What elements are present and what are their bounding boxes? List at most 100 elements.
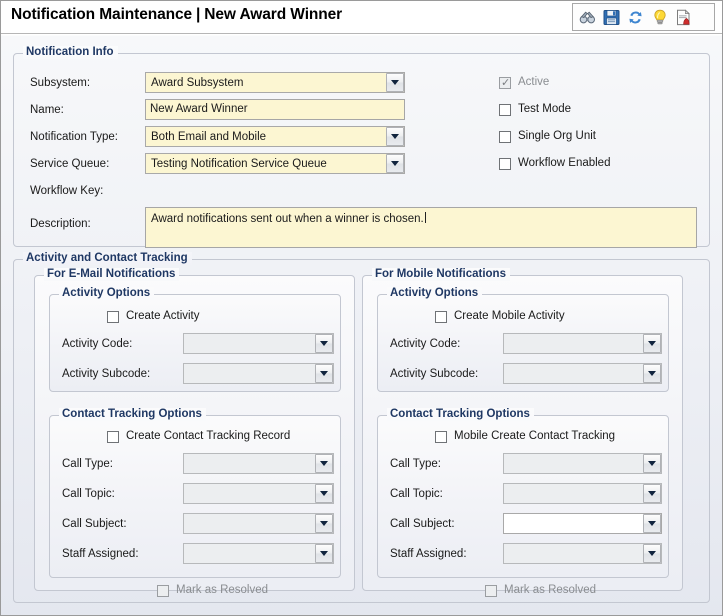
email-staff-assigned-select[interactable] bbox=[183, 543, 334, 564]
text-caret bbox=[424, 212, 426, 223]
service-queue-select-value: Testing Notification Service Queue bbox=[145, 153, 405, 174]
description-textarea[interactable]: Award notifications sent out when a winn… bbox=[145, 207, 697, 248]
create-mobile-activity-checkbox-label: Create Mobile Activity bbox=[454, 310, 565, 322]
mobile-activity-options-group: Activity Options Create Mobile Activity … bbox=[377, 287, 669, 392]
notification-maintenance-window: Notification Maintenance | New Award Winne… bbox=[0, 0, 723, 616]
mobile-mark-as-resolved-checkbox bbox=[485, 584, 497, 597]
email-activity-code-label: Activity Code: bbox=[62, 338, 133, 350]
workflow-key-label: Workflow Key: bbox=[30, 185, 104, 197]
email-call-type-value bbox=[183, 453, 334, 474]
binoculars-icon[interactable] bbox=[578, 8, 597, 27]
mobile-call-subject-chevron-down-icon[interactable] bbox=[643, 514, 661, 533]
test-mode-checkbox-label: Test Mode bbox=[518, 103, 572, 115]
email-staff-assigned-value bbox=[183, 543, 334, 564]
test-mode-checkbox-row[interactable]: Test Mode bbox=[499, 103, 571, 116]
subsystem-chevron-down-icon[interactable] bbox=[386, 73, 404, 92]
single-org-unit-checkbox[interactable] bbox=[499, 130, 511, 143]
mobile-activity-subcode-select[interactable] bbox=[503, 363, 662, 384]
mobile-create-contact-tracking-checkbox-row[interactable]: Mobile Create Contact Tracking bbox=[435, 430, 615, 443]
report-icon[interactable] bbox=[674, 8, 693, 27]
mobile-call-topic-label: Call Topic: bbox=[390, 488, 443, 500]
refresh-icon[interactable] bbox=[626, 8, 645, 27]
mobile-activity-code-select[interactable] bbox=[503, 333, 662, 354]
email-mark-as-resolved-checkbox-label: Mark as Resolved bbox=[176, 584, 269, 596]
email-call-subject-select[interactable] bbox=[183, 513, 334, 534]
subsystem-select[interactable]: Award Subsystem bbox=[145, 72, 405, 93]
activity-contact-tracking-group: Activity and Contact Tracking For E-Mail… bbox=[13, 252, 710, 603]
email-activity-code-chevron-down-icon[interactable] bbox=[315, 334, 333, 353]
mobile-call-topic-chevron-down-icon[interactable] bbox=[643, 484, 661, 503]
active-checkbox-row[interactable]: ✓ Active bbox=[499, 76, 549, 89]
notification-type-select-value: Both Email and Mobile bbox=[145, 126, 405, 147]
email-activity-options-legend: Activity Options bbox=[59, 287, 155, 300]
mobile-create-contact-tracking-checkbox[interactable] bbox=[435, 430, 447, 443]
page-title-sub: New Award Winner bbox=[204, 6, 343, 23]
description-textarea-value: Award notifications sent out when a winn… bbox=[151, 213, 424, 225]
mobile-call-topic-select[interactable] bbox=[503, 483, 662, 504]
create-contact-tracking-record-checkbox-label: Create Contact Tracking Record bbox=[126, 430, 291, 442]
mobile-call-topic-value bbox=[503, 483, 662, 504]
email-contact-tracking-options-legend: Contact Tracking Options bbox=[59, 408, 206, 421]
page-title-main: Notification Maintenance bbox=[11, 6, 193, 23]
email-activity-code-value bbox=[183, 333, 334, 354]
email-activity-options-group: Activity Options Create Activity Activit… bbox=[49, 287, 341, 392]
email-call-topic-label: Call Topic: bbox=[62, 488, 115, 500]
email-call-type-chevron-down-icon[interactable] bbox=[315, 454, 333, 473]
name-input[interactable]: New Award Winner bbox=[145, 99, 405, 120]
mobile-call-subject-select[interactable] bbox=[503, 513, 662, 534]
create-contact-tracking-record-checkbox-row[interactable]: Create Contact Tracking Record bbox=[107, 430, 290, 443]
email-activity-subcode-chevron-down-icon[interactable] bbox=[315, 364, 333, 383]
email-activity-code-select[interactable] bbox=[183, 333, 334, 354]
mobile-contact-tracking-options-legend: Contact Tracking Options bbox=[387, 408, 534, 421]
mobile-contact-tracking-options-group: Contact Tracking Options Mobile Create C… bbox=[377, 408, 669, 578]
mobile-staff-assigned-value bbox=[503, 543, 662, 564]
email-call-topic-value bbox=[183, 483, 334, 504]
active-checkbox-label: Active bbox=[518, 76, 550, 88]
test-mode-checkbox[interactable] bbox=[499, 103, 511, 116]
email-call-topic-select[interactable] bbox=[183, 483, 334, 504]
create-mobile-activity-checkbox-row[interactable]: Create Mobile Activity bbox=[435, 310, 565, 323]
activity-contact-tracking-legend: Activity and Contact Tracking bbox=[23, 252, 192, 265]
page-title: Notification Maintenance | New Award Winne… bbox=[11, 6, 342, 24]
mobile-staff-assigned-label: Staff Assigned: bbox=[390, 548, 467, 560]
save-icon[interactable] bbox=[602, 8, 621, 27]
mobile-activity-code-label: Activity Code: bbox=[390, 338, 461, 350]
mobile-activity-subcode-value bbox=[503, 363, 662, 384]
mobile-call-type-select[interactable] bbox=[503, 453, 662, 474]
notification-type-chevron-down-icon[interactable] bbox=[386, 127, 404, 146]
email-call-type-label: Call Type: bbox=[62, 458, 113, 470]
mobile-staff-assigned-chevron-down-icon[interactable] bbox=[643, 544, 661, 563]
mobile-activity-code-chevron-down-icon[interactable] bbox=[643, 334, 661, 353]
notification-type-label: Notification Type: bbox=[30, 131, 119, 143]
single-org-unit-checkbox-row[interactable]: Single Org Unit bbox=[499, 130, 596, 143]
description-label: Description: bbox=[30, 218, 91, 230]
service-queue-select[interactable]: Testing Notification Service Queue bbox=[145, 153, 405, 174]
mobile-staff-assigned-select[interactable] bbox=[503, 543, 662, 564]
email-staff-assigned-chevron-down-icon[interactable] bbox=[315, 544, 333, 563]
email-call-subject-chevron-down-icon[interactable] bbox=[315, 514, 333, 533]
email-activity-subcode-select[interactable] bbox=[183, 363, 334, 384]
create-activity-checkbox-row[interactable]: Create Activity bbox=[107, 310, 200, 323]
create-mobile-activity-checkbox[interactable] bbox=[435, 310, 447, 323]
mobile-notifications-legend: For Mobile Notifications bbox=[372, 268, 510, 281]
mobile-call-type-chevron-down-icon[interactable] bbox=[643, 454, 661, 473]
email-call-topic-chevron-down-icon[interactable] bbox=[315, 484, 333, 503]
notification-type-select[interactable]: Both Email and Mobile bbox=[145, 126, 405, 147]
workflow-enabled-checkbox-label: Workflow Enabled bbox=[518, 157, 611, 169]
mobile-activity-code-value bbox=[503, 333, 662, 354]
mobile-notifications-group: For Mobile Notifications Activity Option… bbox=[362, 268, 683, 597]
lightbulb-icon[interactable] bbox=[650, 8, 669, 27]
mobile-activity-subcode-label: Activity Subcode: bbox=[390, 368, 479, 380]
create-activity-checkbox[interactable] bbox=[107, 310, 119, 323]
mobile-activity-options-legend: Activity Options bbox=[387, 287, 483, 300]
service-queue-chevron-down-icon[interactable] bbox=[386, 154, 404, 173]
mobile-activity-subcode-chevron-down-icon[interactable] bbox=[643, 364, 661, 383]
workflow-enabled-checkbox-row[interactable]: Workflow Enabled bbox=[499, 157, 610, 170]
workflow-enabled-checkbox[interactable] bbox=[499, 157, 511, 170]
email-staff-assigned-label: Staff Assigned: bbox=[62, 548, 139, 560]
create-contact-tracking-record-checkbox[interactable] bbox=[107, 430, 119, 443]
notification-info-group: Notification Info Subsystem: Award Subsy… bbox=[13, 46, 710, 248]
email-call-type-select[interactable] bbox=[183, 453, 334, 474]
mobile-create-contact-tracking-checkbox-label: Mobile Create Contact Tracking bbox=[454, 430, 616, 442]
service-queue-label: Service Queue: bbox=[30, 158, 110, 170]
